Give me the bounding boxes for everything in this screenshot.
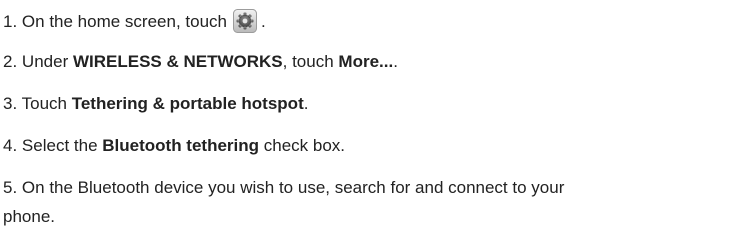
step-3-text: Touch	[21, 94, 67, 113]
step-1-text: On the home screen, touch	[21, 12, 227, 31]
step-3-end: .	[303, 94, 309, 113]
settings-icon	[232, 9, 257, 33]
step-1: 1. On the home screen, touch .	[3, 9, 266, 33]
step-4: 4. Select the Bluetooth tethering check …	[3, 135, 345, 157]
step-2-end: .	[393, 52, 398, 71]
wireless-networks-label: WIRELESS & NETWORKS	[72, 52, 283, 71]
step-2-number: 2.	[3, 52, 18, 71]
step-2-text: Under	[21, 52, 69, 71]
step-5-number: 5.	[3, 178, 18, 197]
step-4-text: Select the	[21, 136, 98, 155]
step-2: 2. Under WIRELESS & NETWORKS, touch More…	[3, 51, 398, 73]
step-3: 3. Touch Tethering & portable hotspot.	[3, 93, 308, 115]
step-2-middle: , touch	[282, 52, 334, 71]
step-5-line1: On the Bluetooth device you wish to use,…	[21, 178, 565, 197]
step-5: 5. On the Bluetooth device you wish to u…	[3, 177, 743, 228]
tethering-hotspot-label: Tethering & portable hotspot	[71, 94, 304, 113]
step-1-number: 1.	[3, 12, 18, 31]
step-4-end: check box.	[263, 136, 346, 155]
bluetooth-tethering-label: Bluetooth tethering	[102, 136, 260, 155]
step-5-line2: phone.	[3, 207, 55, 226]
step-3-number: 3.	[3, 94, 18, 113]
step-4-number: 4.	[3, 136, 18, 155]
more-label: More...	[338, 52, 394, 71]
step-1-end: .	[260, 12, 266, 31]
